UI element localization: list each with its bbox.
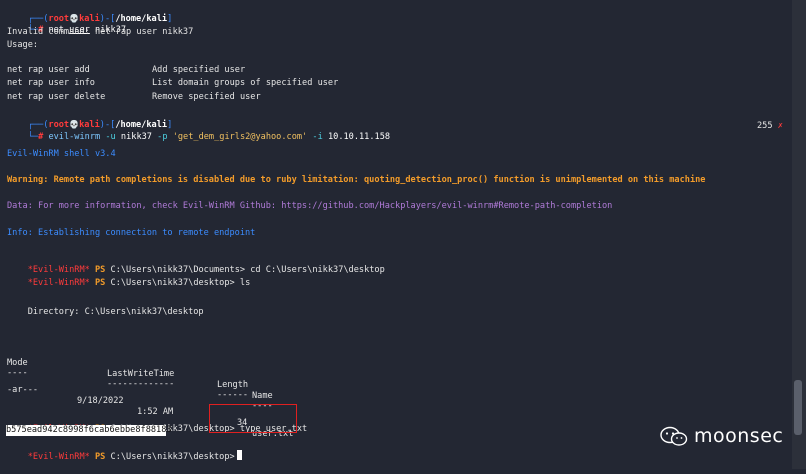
session-path: C:\Users\nikk37\desktop> [110,452,235,462]
usage-desc: Add specified user [152,65,246,75]
directory-line: Directory: C:\Users\nikk37\desktop [7,307,204,317]
winrm-tag: *Evil-WinRM* [27,278,90,288]
error-line: Invalid command: net rap user nikk37 [7,27,194,37]
user-flag-hash: b575ead942c8998f6cab6ebbe8f88183 [6,425,172,436]
warning-line: Warning: Remote path completions is disa… [7,175,706,185]
fail-icon: ✗ [777,121,783,131]
prompt-header-2: ┌──(root💀kali)-[/home/kali] [27,120,173,130]
winrm-banner: Evil-WinRM shell v3.4 [7,149,116,159]
watermark-text: moonsec [694,425,784,447]
usage-cmd: net rap user delete [7,92,106,102]
session-line: *Evil-WinRM* PS C:\Users\nikk37\Document… [7,254,385,275]
text-cursor [236,450,242,460]
watermark: moonsec [660,425,783,447]
flag-u: -u [105,132,116,142]
highlight-annotation [209,404,297,433]
usage-row: net rap user info List domain groups of s… [7,67,338,88]
prompt-header-1: ┌──(root💀kali)-[/home/kali] [27,14,173,24]
current-prompt[interactable]: *Evil-WinRM* PS C:\Users\nikk37\desktop> [7,439,242,462]
terminal-window[interactable]: ┌──(root💀kali)-[/home/kali] └─# net user… [0,0,792,469]
prompt-command-2: └─# evil-winrm -u nikk37 -p 'get_dem_gir… [27,132,391,142]
ps-label: PS [94,278,106,288]
usage-row: net rap user add Add specified user [7,54,245,75]
prompt-symbol: # [38,132,44,142]
flag-p: -p [157,132,168,142]
winrm-tag: *Evil-WinRM* [27,452,90,462]
scrollbar-thumb[interactable] [794,380,802,435]
user-arg: nikk37 [120,132,152,142]
session-path: C:\Users\nikk37\desktop> [110,278,235,288]
ip-arg: 10.10.11.158 [327,132,391,142]
flag-i: -i [312,132,323,142]
usage-row: net rap user delete Remove specified user [7,81,261,102]
usage-desc: Remove specified user [152,92,261,102]
table-underline: ---- ------------- ------ ---- [7,357,307,411]
underline: ------ [217,390,249,400]
command-name: evil-winrm [48,132,101,142]
session-cmd: ls [239,278,251,288]
data-line: Data: For more information, check Evil-W… [7,201,613,211]
cell-mode: -ar--- [7,385,39,395]
usage-desc: List domain groups of specified user [152,78,339,88]
session-cmd: cd C:\Users\nikk37\desktop [250,265,385,275]
ps-label: PS [94,452,106,462]
cell-date: 9/18/2022 [77,396,124,406]
exit-code: 255 [757,121,773,131]
password-arg: 'get_dem_girls2@yahoo.com' [172,132,308,142]
exit-status: 255 ✗ [757,121,783,131]
wechat-icon [660,426,688,446]
prompt-command-1: └─# net user nikk37 [27,25,127,35]
usage-heading: Usage: [7,40,39,50]
table-row: -ar--- 9/18/2022 1:52 AM 34 user.txt [7,374,307,439]
prompt-close: ] [167,14,173,24]
info-line: Info: Establishing connection to remote … [7,228,256,238]
session-line: *Evil-WinRM* PS C:\Users\nikk37\desktop>… [7,267,251,288]
